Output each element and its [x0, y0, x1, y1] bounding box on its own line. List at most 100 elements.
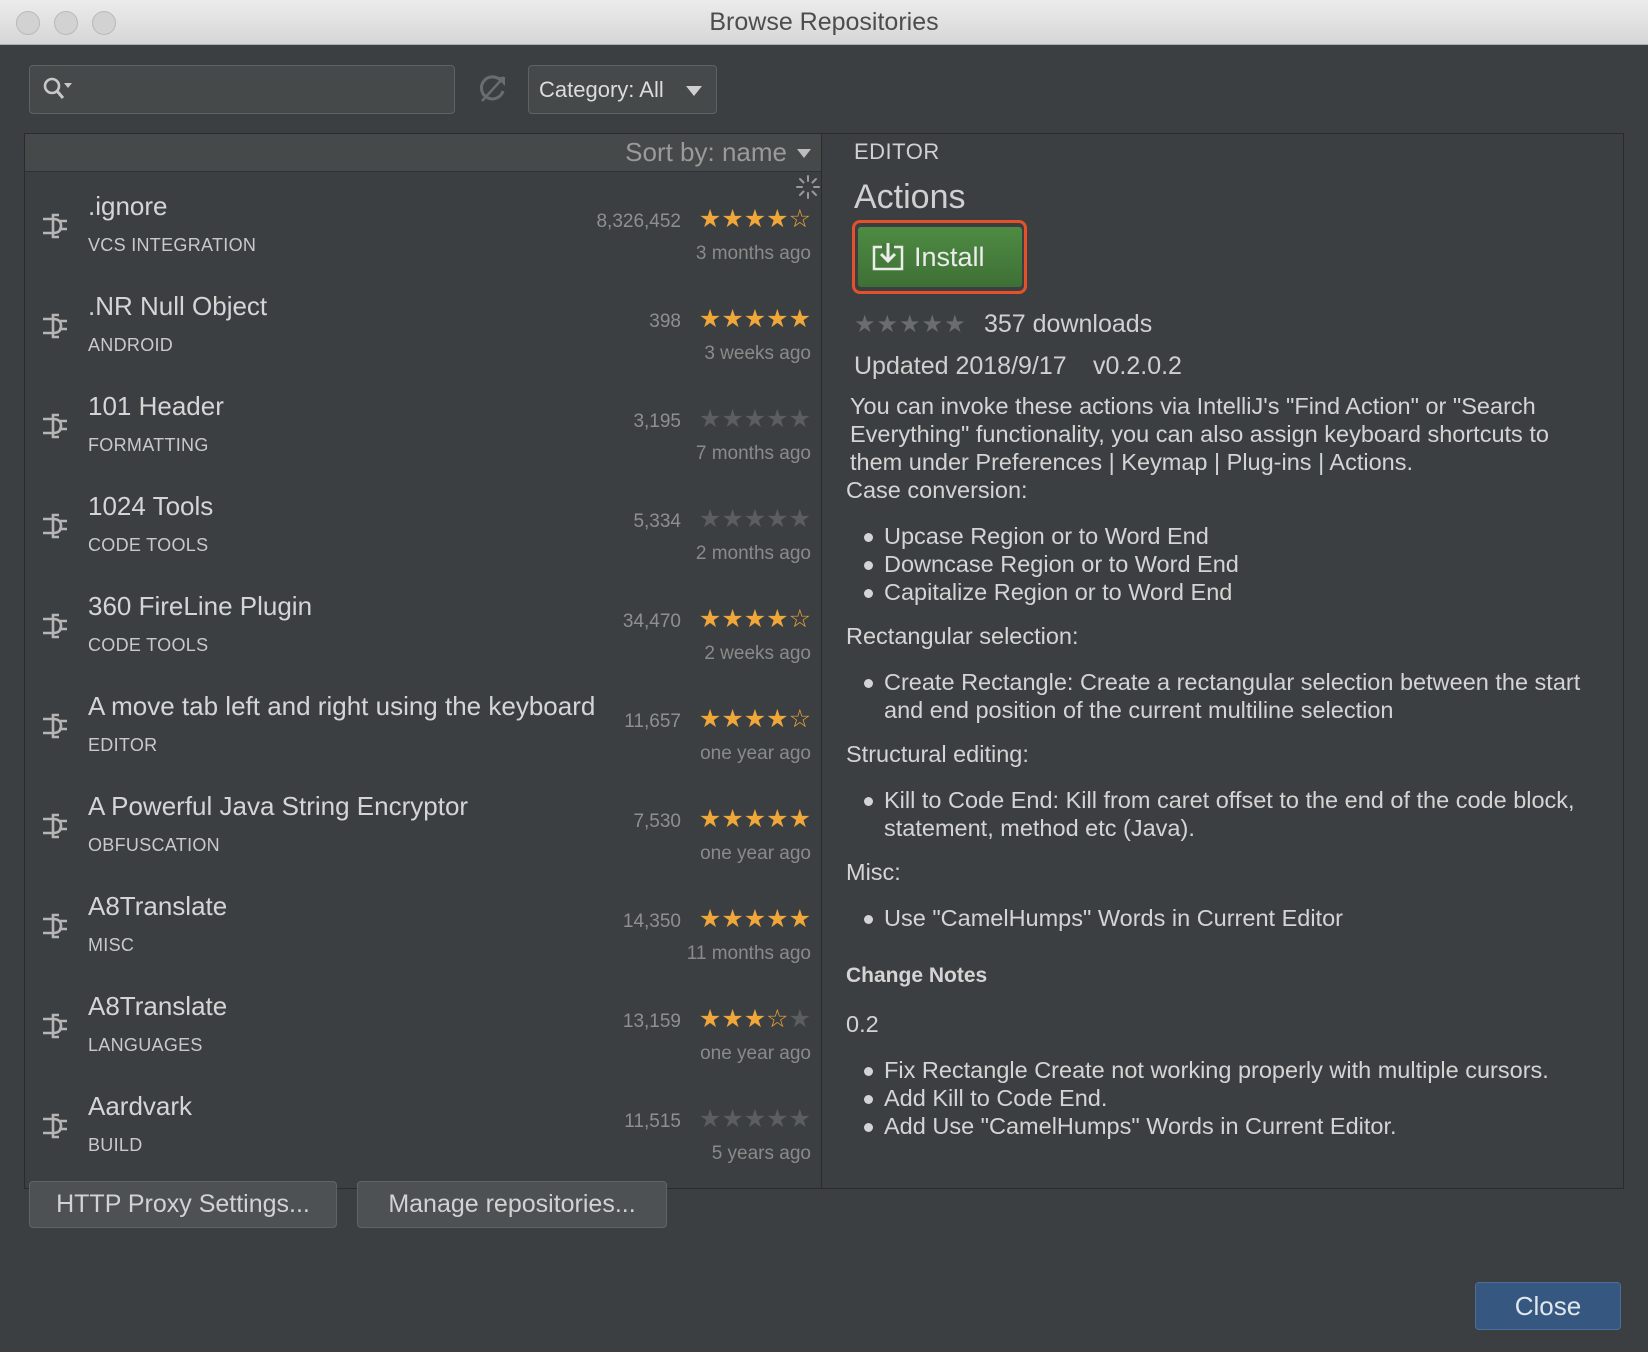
plugin-list-item[interactable]: A move tab left and right using the keyb…: [25, 673, 821, 773]
install-button[interactable]: Install: [858, 227, 1022, 287]
change-note-item: Add Use "CamelHumps" Words in Current Ed…: [864, 1112, 1606, 1140]
star-icon: ☆: [766, 1005, 789, 1033]
star-icon: ★: [721, 305, 744, 333]
star-icon: ★: [698, 305, 722, 333]
star-icon: ★: [743, 405, 767, 433]
description-intro: You can invoke these actions via Intelli…: [850, 393, 1549, 475]
description-section-heading: Misc:: [846, 859, 901, 885]
star-icon: ★: [698, 1105, 722, 1133]
category-dropdown[interactable]: Category: All: [528, 65, 717, 114]
plugin-list-item[interactable]: 101 Header FORMATTING 3,195 ★★★★★ 7 months a…: [25, 373, 821, 473]
plugin-name: .NR Null Object: [88, 291, 268, 321]
http-proxy-settings-button[interactable]: HTTP Proxy Settings...: [29, 1181, 337, 1228]
plugin-updated: 3 weeks ago: [704, 343, 811, 364]
star-icon: ★: [766, 505, 789, 533]
star-icon: ★: [788, 1105, 811, 1133]
star-icon: ★: [721, 805, 744, 833]
plugin-icon: [43, 613, 67, 639]
plugin-downloads: 8,326,452: [596, 211, 681, 232]
plugin-name: 101 Header: [88, 391, 224, 421]
plugin-downloads: 5,334: [633, 511, 681, 532]
star-icon: ★: [698, 805, 722, 833]
search-icon[interactable]: [42, 76, 72, 102]
star-icon: ★: [721, 505, 744, 533]
description-section-list: Upcase Region or to Word End Downcase Reg…: [846, 522, 1606, 606]
download-icon: [872, 243, 904, 271]
plugin-updated: 5 years ago: [711, 1143, 811, 1164]
plugin-updated: 11 months ago: [686, 943, 811, 964]
star-icon: ★: [788, 505, 811, 533]
change-note-item: Add Kill to Code End.: [864, 1084, 1606, 1112]
plugin-list-item[interactable]: 360 FireLine Plugin CODE TOOLS 34,470 ★★★★☆…: [25, 573, 821, 673]
plugin-category: CODE TOOLS: [88, 535, 209, 555]
category-dropdown-label: Category: All: [539, 77, 664, 102]
plugin-icon: [43, 213, 67, 239]
description-section-list: Create Rectangle: Create a rectangular s…: [846, 668, 1606, 724]
description-list-item: Capitalize Region or to Word End: [864, 578, 1606, 606]
plugin-updated: one year ago: [700, 743, 811, 764]
plugin-category: FORMATTING: [88, 435, 209, 455]
detail-updated: Updated 2018/9/17: [854, 352, 1067, 380]
plugin-list-item[interactable]: Aardvark BUILD 11,515 ★★★★★ 5 years ago: [25, 1073, 821, 1173]
description-list-item: Create Rectangle: Create a rectangular s…: [864, 668, 1606, 724]
sort-header[interactable]: Sort by: name: [25, 134, 821, 172]
plugin-updated: 2 weeks ago: [704, 643, 811, 664]
plugin-list-item[interactable]: .ignore VCS INTEGRATION 8,326,452 ★★★★☆ 3 mo…: [25, 173, 821, 273]
star-icon: ★: [698, 505, 722, 533]
star-icon: ★: [788, 905, 811, 933]
plugin-icon: [43, 813, 67, 839]
plugin-icon: [43, 413, 67, 439]
description-list-item: Downcase Region or to Word End: [864, 550, 1606, 578]
manage-repositories-button[interactable]: Manage repositories...: [357, 1181, 667, 1228]
plugin-rating: ★★★★★: [699, 804, 811, 834]
star-icon: ★: [766, 305, 789, 333]
plugin-list-item[interactable]: .NR Null Object ANDROID 398 ★★★★★ 3 weeks ag…: [25, 273, 821, 373]
star-icon: ★: [788, 1005, 811, 1033]
search-field[interactable]: [29, 65, 455, 115]
star-icon: ★: [743, 605, 767, 633]
star-icon: ★: [766, 705, 789, 733]
description-section-list: Kill to Code End: Kill from caret offset…: [846, 786, 1606, 842]
plugin-category: VCS INTEGRATION: [88, 235, 257, 255]
detail-downloads: 357 downloads: [984, 310, 1153, 338]
plugin-list-item[interactable]: A8Translate LANGUAGES 13,159 ★★★☆★ one year …: [25, 973, 821, 1073]
star-icon: ★: [721, 405, 744, 433]
star-icon: ★: [766, 1105, 789, 1133]
plugin-name: A Powerful Java String Encryptor: [88, 791, 469, 821]
description-section-heading: Structural editing:: [846, 741, 1029, 767]
star-icon: ★: [766, 205, 789, 233]
star-icon: ★: [698, 1005, 722, 1033]
star-icon: ★: [788, 405, 811, 433]
plugin-category: BUILD: [88, 1135, 143, 1155]
search-input[interactable]: [86, 66, 450, 115]
star-icon: ★: [743, 705, 767, 733]
sort-by-label[interactable]: Sort by: name: [625, 137, 787, 168]
plugin-list-item[interactable]: A8Translate MISC 14,350 ★★★★★ 11 months ago: [25, 873, 821, 973]
plugin-rating: ★★★★★: [699, 304, 811, 334]
plugin-category: LANGUAGES: [88, 1035, 203, 1055]
close-button[interactable]: Close: [1475, 1282, 1621, 1330]
plugin-list-item[interactable]: 1024 Tools CODE TOOLS 5,334 ★★★★★ 2 months a…: [25, 473, 821, 573]
plugin-name: 360 FireLine Plugin: [88, 591, 313, 621]
refresh-icon[interactable]: [474, 71, 510, 107]
plugin-list: .ignore VCS INTEGRATION 8,326,452 ★★★★☆ 3 mo…: [25, 173, 821, 1173]
plugin-downloads: 11,515: [624, 1111, 681, 1132]
plugin-updated: 2 months ago: [695, 543, 811, 564]
plugin-rating: ★★★★★: [699, 904, 811, 934]
plugin-downloads: 3,195: [633, 411, 681, 432]
star-icon: ★: [766, 605, 789, 633]
plugin-list-item[interactable]: A Powerful Java String Encryptor OBFUSCAT…: [25, 773, 821, 873]
chevron-down-icon: [797, 149, 811, 158]
plugin-rating: ★★★★★: [699, 1104, 811, 1134]
plugin-rating: ★★★★☆: [699, 604, 811, 634]
plugin-description: You can invoke these actions via Intelli…: [846, 392, 1606, 1156]
star-icon: ★: [721, 1105, 744, 1133]
plugin-name: A move tab left and right using the keyb…: [88, 691, 596, 721]
star-icon: ★: [721, 705, 744, 733]
plugin-updated: one year ago: [700, 843, 811, 864]
star-icon: ★: [721, 905, 744, 933]
description-list-item: Kill to Code End: Kill from caret offset…: [864, 786, 1606, 842]
plugin-icon: [43, 1013, 67, 1039]
detail-version: v0.2.0.2: [1093, 352, 1182, 380]
description-list-item: Use "CamelHumps" Words in Current Editor: [864, 904, 1606, 932]
